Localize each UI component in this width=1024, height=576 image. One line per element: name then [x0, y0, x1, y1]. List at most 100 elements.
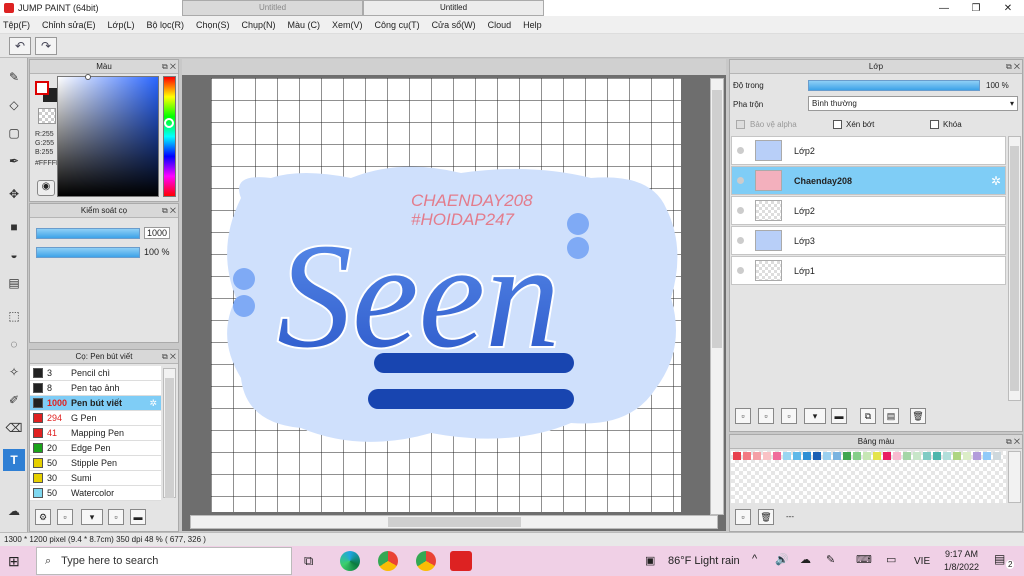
layer-visibility-icon[interactable] — [737, 237, 744, 244]
pen-file-icon[interactable]: ▫ — [108, 509, 124, 525]
palette-swatch[interactable] — [913, 452, 921, 460]
merge-layer-icon[interactable]: ⧉ — [860, 408, 876, 424]
lasso-icon[interactable]: ⬚ — [3, 305, 25, 327]
palette-swatch[interactable] — [763, 452, 771, 460]
layer-row[interactable]: Lớp2 — [731, 196, 1006, 225]
palette-swatch[interactable] — [953, 452, 961, 460]
transparent-color-swatch[interactable] — [38, 108, 56, 124]
pen-list-item[interactable]: 8 Pen tạo ảnh — [30, 381, 161, 396]
pen-settings-icon[interactable]: ⚙ — [35, 509, 51, 525]
close-button[interactable]: ✕ — [992, 3, 1024, 14]
tab-untitled-1[interactable]: Untitled — [182, 0, 363, 16]
language-indicator[interactable]: VIE — [914, 556, 930, 567]
palette-swatch[interactable] — [863, 452, 871, 460]
select-eraser-icon[interactable]: ⌫ — [3, 417, 25, 439]
new-layer-icon[interactable]: ▫ — [735, 408, 751, 424]
panel-close-icon[interactable]: ⧉ ✕ — [162, 60, 176, 73]
layer-visibility-icon[interactable] — [737, 177, 744, 184]
lock-checkbox[interactable] — [930, 120, 939, 129]
text-tool-icon[interactable]: T — [3, 449, 25, 471]
blend-mode-select[interactable]: Bình thường ▾ — [808, 96, 1018, 111]
palette-scrollbar[interactable] — [1008, 451, 1021, 503]
panel-close-icon[interactable]: ⧉ ✕ — [162, 350, 176, 363]
maximize-button[interactable]: ❐ — [960, 3, 992, 14]
ellipse-select-icon[interactable]: ◌ — [3, 333, 25, 355]
copy-layer-icon[interactable]: ▫ — [781, 408, 797, 424]
redo-button[interactable]: ↷ — [35, 37, 57, 55]
bucket-icon[interactable]: ◒ — [3, 244, 25, 266]
saturation-value-picker[interactable] — [57, 76, 159, 197]
palette-swatch[interactable] — [843, 452, 851, 460]
pen-tray-icon[interactable]: ✎ — [826, 553, 835, 566]
copy-pen-icon[interactable]: ▾ — [81, 509, 103, 525]
pen-list-item[interactable]: 30 Sumi — [30, 471, 161, 486]
gradient-icon[interactable]: ▤ — [3, 272, 25, 294]
brush-size-value[interactable]: 1000 — [144, 227, 171, 239]
palette-swatch[interactable] — [733, 452, 741, 460]
chrome-profile-icon[interactable] — [416, 551, 436, 571]
palette-swatch[interactable] — [833, 452, 841, 460]
palette-swatch[interactable] — [903, 452, 911, 460]
clock-time[interactable]: 9:17 AM — [945, 549, 978, 559]
palette-swatch[interactable] — [883, 452, 891, 460]
pen-list-item[interactable]: 20 Edge Pen — [30, 441, 161, 456]
fill-rect-icon[interactable]: ■ — [3, 216, 25, 238]
panel-close-icon[interactable]: ⧉ ✕ — [1006, 60, 1020, 73]
layer-opacity-slider[interactable] — [808, 80, 980, 91]
edge-icon[interactable] — [340, 551, 360, 571]
layer-row[interactable]: Lớp1 — [731, 256, 1006, 285]
layer-mask-icon[interactable]: ▤ — [883, 408, 899, 424]
menu-layer[interactable]: Lớp(L) — [108, 20, 135, 30]
panel-close-icon[interactable]: ⧉ ✕ — [162, 204, 176, 217]
delete-layer-icon[interactable]: 🗑 — [910, 408, 926, 424]
hue-slider[interactable] — [163, 76, 176, 197]
canvas-vertical-thumb[interactable] — [712, 90, 722, 348]
layer-row[interactable]: Lớp2 — [731, 136, 1006, 165]
layer-row[interactable]: Lớp3 — [731, 226, 1006, 255]
cloud-icon[interactable]: ☁ — [800, 553, 811, 566]
menu-file[interactable]: Tệp(F) — [3, 20, 30, 30]
magic-wand-icon[interactable]: ✧ — [3, 361, 25, 383]
drawing-canvas[interactable]: CHAENDAY208 #HOIDAP247 Seen — [211, 78, 681, 512]
palette-swatch[interactable] — [783, 452, 791, 460]
new-palette-icon[interactable]: ▫ — [735, 509, 751, 525]
jump-paint-taskbar-icon[interactable] — [450, 551, 472, 571]
palette-swatch[interactable] — [873, 452, 881, 460]
hue-cursor[interactable] — [164, 118, 174, 128]
sv-cursor[interactable] — [85, 74, 91, 80]
pen-list-scroll-thumb[interactable] — [165, 378, 174, 498]
move-icon[interactable]: ✥ — [3, 183, 25, 205]
display-icon[interactable]: ▭ — [886, 553, 896, 566]
menu-filter[interactable]: Bộ lọc(R) — [146, 20, 184, 30]
layer-folder-icon[interactable]: ▬ — [831, 408, 847, 424]
palette-swatch[interactable] — [993, 452, 1001, 460]
palette-swatch[interactable] — [933, 452, 941, 460]
palette-swatch[interactable] — [823, 452, 831, 460]
volume-icon[interactable]: 🔊 — [775, 553, 789, 566]
pen-list-item[interactable]: 1000 Pen bút viết ✲ — [30, 396, 161, 411]
keyboard-icon[interactable]: ⌨ — [856, 553, 872, 566]
hand-icon[interactable]: ☁ — [3, 500, 25, 522]
layer-visibility-icon[interactable] — [737, 267, 744, 274]
palette-swatch[interactable] — [923, 452, 931, 460]
pen-list-item[interactable]: 41 Mapping Pen — [30, 426, 161, 441]
windows-start-icon[interactable]: ⊞ — [8, 553, 20, 570]
panel-close-icon[interactable]: ⧉ ✕ — [1006, 435, 1020, 448]
palette-swatch[interactable] — [793, 452, 801, 460]
pen-list-item[interactable]: 50 Stipple Pen — [30, 456, 161, 471]
layer-visibility-icon[interactable] — [737, 147, 744, 154]
chrome-icon[interactable] — [378, 551, 398, 571]
menu-view[interactable]: Xem(V) — [332, 20, 363, 30]
pen-tool-icon[interactable]: ✒ — [3, 150, 25, 172]
undo-button[interactable]: ↶ — [9, 37, 31, 55]
layer-list-scroll-thumb[interactable] — [1010, 146, 1019, 391]
pen-settings-gear-icon[interactable]: ✲ — [149, 398, 157, 409]
menu-capture[interactable]: Chụp(N) — [242, 20, 276, 30]
task-view-icon[interactable]: ⧉ — [304, 553, 313, 569]
menu-cloud[interactable]: Cloud — [488, 20, 512, 30]
clock-date[interactable]: 1/8/2022 — [944, 562, 979, 572]
palette-swatch[interactable] — [773, 452, 781, 460]
menu-select[interactable]: Chọn(S) — [196, 20, 230, 30]
layer-settings-gear-icon[interactable]: ✲ — [991, 174, 1001, 188]
layer-row[interactable]: Chaenday208 ✲ — [731, 166, 1006, 195]
